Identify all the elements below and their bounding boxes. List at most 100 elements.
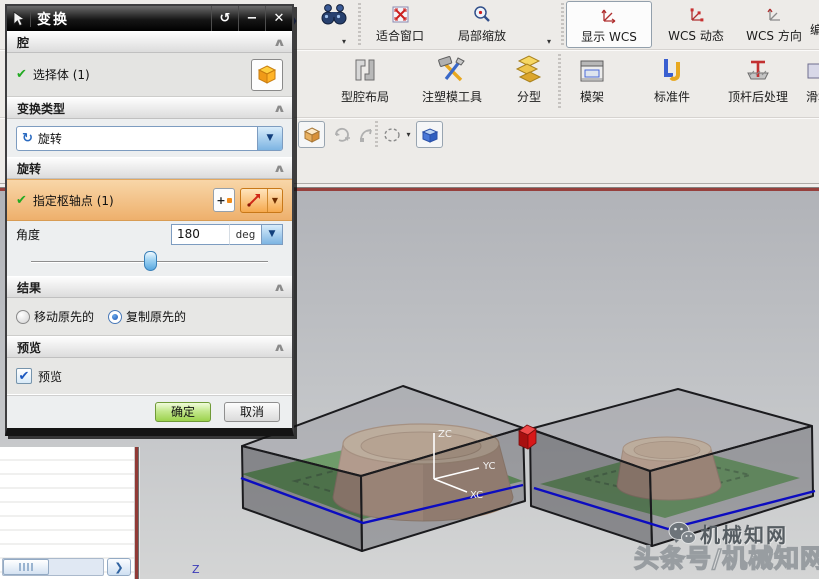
cavity-layout-button[interactable]: 型腔布局 <box>323 52 407 114</box>
horizontal-scrollbar[interactable] <box>2 558 104 576</box>
standard-parts-button[interactable]: 标准件 <box>634 52 710 114</box>
cancel-button[interactable]: 取消 <box>224 402 280 422</box>
angle-spinner-button[interactable]: ▼ <box>262 224 283 245</box>
hammer-wrench-icon <box>437 52 467 84</box>
mold-tools-label: 注塑模工具 <box>422 88 482 105</box>
angle-input[interactable]: 180 <box>171 224 229 245</box>
clipped-toolbar-button[interactable]: 编 <box>810 1 819 48</box>
vector-constructor-button[interactable]: ▼ <box>240 188 283 213</box>
dialog-minimize-button[interactable]: − <box>238 6 265 31</box>
parting-label: 分型 <box>517 88 541 105</box>
show-wcs-label: 显示 WCS <box>581 28 637 45</box>
select-body-row[interactable]: ✔ 选择体 (1) <box>7 53 292 97</box>
cavity-layout-label: 型腔布局 <box>341 88 389 105</box>
move-original-option[interactable]: 移动原先的 <box>16 308 94 325</box>
standard-parts-icon <box>659 52 685 84</box>
panel-viewport-divider[interactable] <box>134 447 140 579</box>
shaded-cube-icon <box>303 126 321 144</box>
specify-pivot-row[interactable]: ✔ 指定枢轴点 (1) + ▼ <box>7 179 292 221</box>
preview-checkbox-label: 预览 <box>38 368 62 385</box>
radio-unselected-icon[interactable] <box>16 310 30 324</box>
angle-row: 角度 180 deg ▼ <box>7 221 292 247</box>
select-body-button[interactable] <box>251 59 283 91</box>
open-box-icon <box>420 126 440 144</box>
scrollbar-thumb[interactable] <box>3 559 49 575</box>
dropdown-arrow-button[interactable]: ▼ <box>257 127 282 150</box>
section-transform-type-label: 变换类型 <box>17 100 65 117</box>
lasso-dropdown-icon[interactable]: ▾ <box>406 130 410 139</box>
find-dropdown-icon[interactable]: ▾ <box>342 37 346 46</box>
section-preview-label: 预览 <box>17 339 41 356</box>
wcs-orientation-button[interactable]: WCS 方向 <box>739 1 809 48</box>
collapse-chevron-icon[interactable]: ∧ <box>273 281 286 294</box>
wcs-orientation-label: WCS 方向 <box>746 27 802 44</box>
wcs-dynamics-button[interactable]: WCS 动态 <box>656 1 736 48</box>
show-wcs-button[interactable]: 显示 WCS <box>566 1 652 48</box>
slider-thumb[interactable] <box>144 251 157 271</box>
radio-selected-icon[interactable] <box>108 310 122 324</box>
point-dot-icon <box>227 198 232 203</box>
rotate-glyph-icon: ↻ <box>17 131 38 146</box>
dialog-footer: 确定 取消 <box>7 394 292 428</box>
zoom-dropdown-icon[interactable]: ▾ <box>547 37 551 46</box>
toolbar-separator <box>558 54 561 110</box>
toolbar-separator <box>561 3 564 47</box>
point-dialog-button[interactable]: + <box>213 188 235 212</box>
slider-lifter-button[interactable]: 滑块 <box>806 52 819 114</box>
view-axis-z-label: Z <box>192 563 200 576</box>
section-header-cavity: 腔 ∧ <box>7 31 292 53</box>
fit-window-button[interactable]: 适合窗口 <box>362 1 438 48</box>
ejector-post-button[interactable]: 顶杆后处理 <box>712 52 804 114</box>
ok-button[interactable]: 确定 <box>155 402 211 422</box>
rotate-point-button[interactable] <box>328 121 355 148</box>
wcs-zc-label: ZC <box>438 429 452 440</box>
plus-icon: + <box>216 194 225 207</box>
snap-handle-icon <box>357 126 375 144</box>
dialog-reset-button[interactable]: ↺ <box>211 6 238 31</box>
collapse-chevron-icon[interactable]: ∧ <box>273 102 286 115</box>
section-result-label: 结果 <box>17 279 41 296</box>
bounded-box-button[interactable] <box>416 121 443 148</box>
slider-lifter-label: 滑块 <box>806 88 819 105</box>
section-rotate-label: 旋转 <box>17 160 41 177</box>
toolbar-separator <box>358 3 361 47</box>
find-button[interactable] <box>315 1 353 48</box>
section-cavity-label: 腔 <box>17 34 29 51</box>
select-body-label: 选择体 (1) <box>33 66 90 83</box>
move-original-label: 移动原先的 <box>34 308 94 325</box>
mold-tools-button[interactable]: 注塑模工具 <box>407 52 497 114</box>
shaded-cube-button[interactable] <box>298 121 325 148</box>
panel-next-icon: ❯ <box>114 561 123 574</box>
vector-dropdown-icon[interactable]: ▼ <box>267 189 282 212</box>
angle-slider-row <box>7 247 292 276</box>
section-header-transform-type: 变换类型 ∧ <box>7 97 292 119</box>
fit-window-icon <box>392 3 409 25</box>
fit-window-label: 适合窗口 <box>376 27 424 44</box>
collapse-chevron-icon[interactable]: ∧ <box>273 36 286 49</box>
wcs-orientation-icon <box>765 3 783 25</box>
green-check-icon: ✔ <box>16 193 27 208</box>
zoom-button[interactable]: 局部缩放 <box>443 1 521 48</box>
collapse-chevron-icon[interactable]: ∧ <box>273 341 286 354</box>
dialog-close-button[interactable]: ✕ <box>265 6 292 31</box>
parting-button[interactable]: 分型 <box>499 52 559 114</box>
pivot-marker-cube[interactable] <box>519 425 536 449</box>
section-header-preview: 预览 ∧ <box>7 336 292 358</box>
rotate-point-icon <box>333 126 351 144</box>
collapse-chevron-icon[interactable]: ∧ <box>273 162 286 175</box>
panel-next-button[interactable]: ❯ <box>107 558 131 576</box>
mold-base-button[interactable]: 模架 <box>564 52 620 114</box>
transform-type-value: 旋转 <box>38 130 257 147</box>
specify-pivot-label: 指定枢轴点 (1) <box>33 192 114 209</box>
dropdown-arrow-icon: ▼ <box>267 133 274 143</box>
green-check-icon: ✔ <box>16 67 27 82</box>
dialog-titlebar[interactable]: 变换 ↺ − ✕ <box>7 6 292 31</box>
mold-base-icon <box>578 52 606 84</box>
stacked-layers-icon <box>515 52 543 84</box>
dialog-title: 变换 <box>31 9 211 29</box>
lasso-selection-button[interactable]: ▾ <box>379 121 415 148</box>
transform-type-dropdown[interactable]: ↻ 旋转 ▼ <box>16 126 283 151</box>
standard-parts-label: 标准件 <box>654 88 690 105</box>
copy-original-option[interactable]: 复制原先的 <box>108 308 186 325</box>
preview-checkbox[interactable]: ✔ <box>16 368 32 384</box>
